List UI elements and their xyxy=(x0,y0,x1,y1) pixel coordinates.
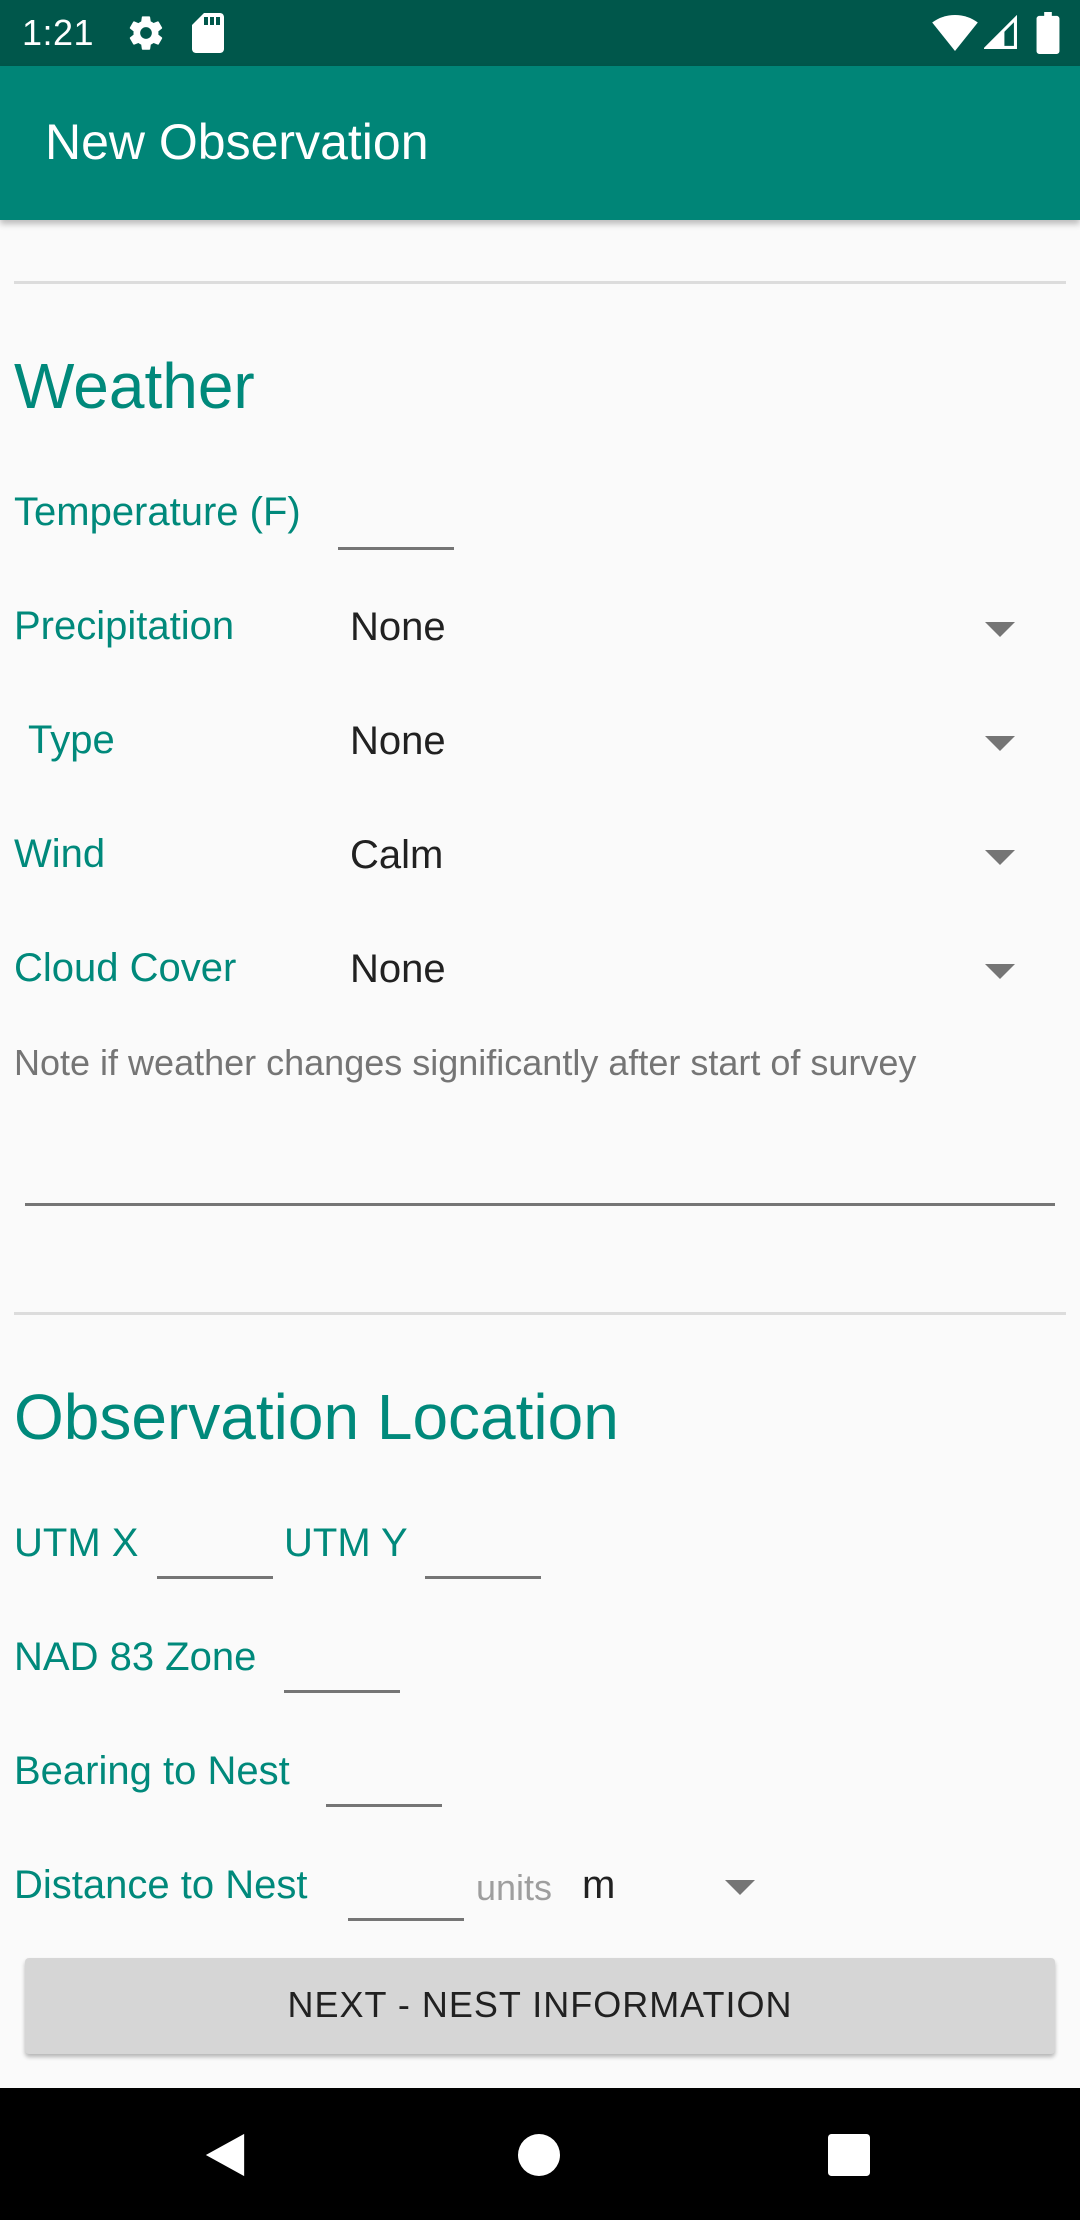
nad83-zone-label: NAD 83 Zone xyxy=(14,1635,257,1679)
next-button-label: NEXT - NEST INFORMATION xyxy=(287,1984,793,2025)
sd-card-icon xyxy=(192,13,224,53)
utm-y-input[interactable] xyxy=(425,1500,541,1580)
utm-y-label: UTM Y xyxy=(284,1521,408,1565)
weather-note-input[interactable] xyxy=(25,1090,1055,1200)
bearing-label: Bearing to Nest xyxy=(14,1749,290,1793)
temperature-label: Temperature (F) xyxy=(14,490,301,534)
bearing-underline xyxy=(326,1804,442,1807)
home-icon[interactable] xyxy=(518,2134,560,2176)
gear-icon xyxy=(129,16,163,50)
utm-x-input[interactable] xyxy=(157,1500,273,1580)
utm-y-underline xyxy=(425,1576,541,1579)
screen: 1:21 New Observation Weather Temperature… xyxy=(0,0,1080,2220)
temperature-input[interactable] xyxy=(338,470,454,550)
utm-x-underline xyxy=(157,1576,273,1579)
cloud-cover-value: None xyxy=(350,947,446,991)
navigation-bar xyxy=(0,2088,1080,2220)
chevron-down-icon xyxy=(985,964,1015,979)
type-value: None xyxy=(350,719,446,763)
units-dropdown[interactable]: m xyxy=(572,1842,772,1932)
distance-underline xyxy=(348,1918,464,1921)
page-title: New Observation xyxy=(45,114,429,170)
divider xyxy=(14,1312,1066,1315)
wifi-icon xyxy=(932,14,978,52)
cloud-cover-label: Cloud Cover xyxy=(14,946,237,990)
nad83-zone-underline xyxy=(284,1690,400,1693)
units-value: m xyxy=(582,1863,616,1907)
weather-note-hint: Note if weather changes significantly af… xyxy=(14,1042,917,1083)
bearing-input[interactable] xyxy=(326,1728,442,1808)
temperature-input-underline xyxy=(338,547,454,550)
precipitation-value: None xyxy=(350,605,446,649)
chevron-down-icon xyxy=(725,1880,755,1895)
precipitation-label: Precipitation xyxy=(14,604,235,648)
form-scroll-area[interactable]: Weather Temperature (F) Precipitation No… xyxy=(0,220,1080,2088)
utm-x-label: UTM X xyxy=(14,1521,139,1565)
status-time: 1:21 xyxy=(22,12,95,53)
battery-icon xyxy=(1036,12,1060,54)
signal-icon xyxy=(984,14,1017,49)
type-label: Type xyxy=(28,718,115,762)
distance-input[interactable] xyxy=(348,1842,464,1922)
chevron-down-icon xyxy=(985,736,1015,751)
chevron-down-icon xyxy=(985,850,1015,865)
wind-label: Wind xyxy=(14,832,106,876)
status-bar: 1:21 xyxy=(0,0,1080,66)
wind-dropdown[interactable]: Calm xyxy=(330,810,1030,900)
precipitation-dropdown[interactable]: None xyxy=(330,582,1030,672)
next-nest-information-button[interactable]: NEXT - NEST INFORMATION xyxy=(25,1958,1055,2054)
recent-apps-icon[interactable] xyxy=(828,2134,870,2176)
type-dropdown[interactable]: None xyxy=(330,696,1030,786)
distance-label: Distance to Nest xyxy=(14,1863,308,1907)
chevron-down-icon xyxy=(985,622,1015,637)
cloud-cover-dropdown[interactable]: None xyxy=(330,924,1030,1014)
nad83-zone-input[interactable] xyxy=(284,1614,400,1694)
location-heading: Observation Location xyxy=(14,1381,619,1453)
weather-heading: Weather xyxy=(14,350,255,422)
divider xyxy=(14,281,1066,284)
app-bar: New Observation xyxy=(0,66,1080,220)
back-icon[interactable] xyxy=(202,2132,248,2178)
weather-note-underline xyxy=(25,1203,1055,1206)
units-label: units xyxy=(476,1867,553,1908)
wind-value: Calm xyxy=(350,833,444,877)
